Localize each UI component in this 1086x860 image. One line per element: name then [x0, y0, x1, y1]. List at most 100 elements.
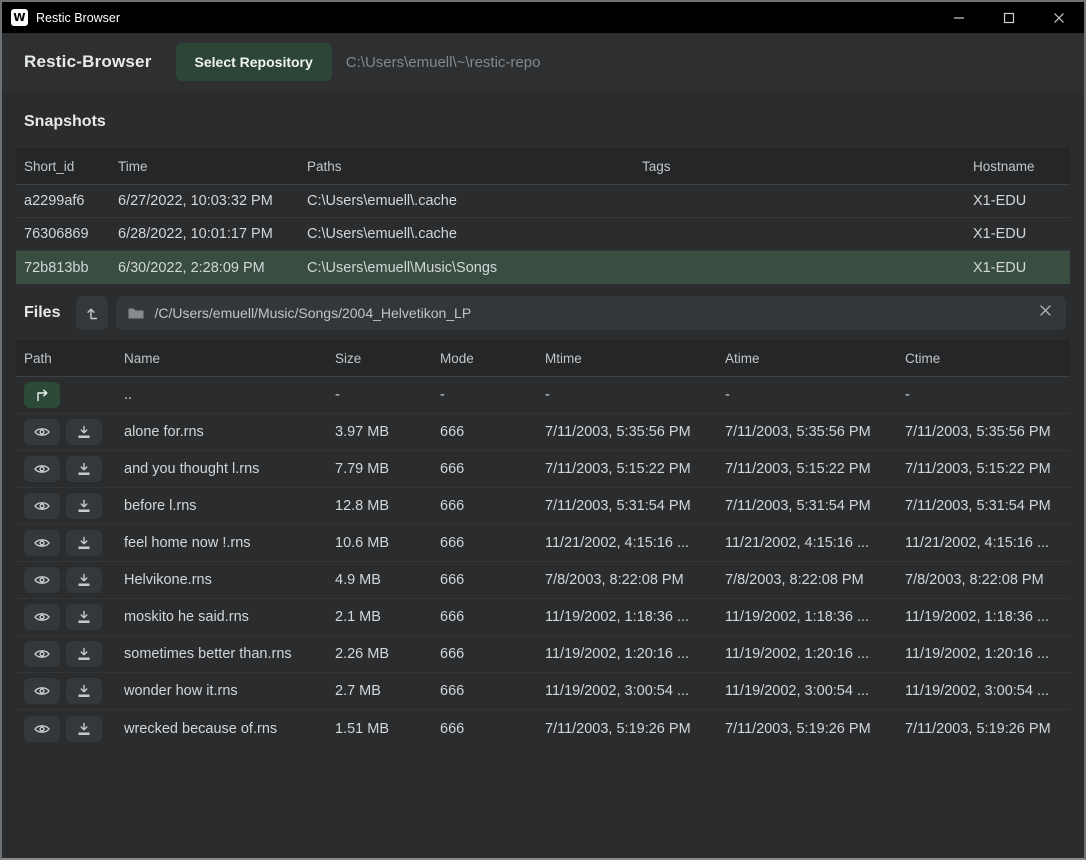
- preview-file-button[interactable]: [24, 456, 60, 482]
- file-name: feel home now !.rns: [124, 535, 335, 551]
- download-icon: [77, 610, 91, 624]
- wails-logo-icon: W: [11, 9, 28, 26]
- column-header-tags[interactable]: Tags: [642, 159, 973, 174]
- snapshots-table-header: Short_id Time Paths Tags Hostname: [16, 148, 1070, 185]
- file-size: 2.26 MB: [335, 646, 440, 662]
- column-header-name[interactable]: Name: [124, 351, 335, 366]
- column-header-path[interactable]: Path: [24, 351, 124, 366]
- file-mode: 666: [440, 572, 545, 588]
- file-row[interactable]: sometimes better than.rns 2.26 MB 666 11…: [16, 636, 1070, 673]
- snapshot-row[interactable]: 72b813bb 6/30/2022, 2:28:09 PM C:\Users\…: [16, 251, 1070, 284]
- file-atime: 11/19/2002, 3:00:54 ...: [725, 683, 905, 699]
- download-file-button[interactable]: [66, 456, 102, 482]
- download-file-button[interactable]: [66, 716, 102, 742]
- preview-file-button[interactable]: [24, 641, 60, 667]
- column-header-mtime[interactable]: Mtime: [545, 351, 725, 366]
- preview-file-button[interactable]: [24, 419, 60, 445]
- column-header-paths[interactable]: Paths: [307, 159, 642, 174]
- eye-icon: [34, 611, 50, 623]
- maximize-icon: [1003, 12, 1015, 24]
- file-mtime: 7/11/2003, 5:31:54 PM: [545, 498, 725, 514]
- download-icon: [77, 722, 91, 736]
- preview-file-button[interactable]: [24, 530, 60, 556]
- eye-icon: [34, 574, 50, 586]
- titlebar: W Restic Browser: [2, 2, 1084, 33]
- close-icon: [1053, 12, 1065, 24]
- snapshot-hostname: X1-EDU: [973, 260, 1070, 276]
- file-mtime: -: [545, 387, 725, 403]
- go-to-parent-button[interactable]: [24, 382, 60, 408]
- snapshot-row[interactable]: 76306869 6/28/2022, 10:01:17 PM C:\Users…: [16, 218, 1070, 251]
- column-header-short-id[interactable]: Short_id: [24, 159, 118, 174]
- preview-file-button[interactable]: [24, 678, 60, 704]
- download-file-button[interactable]: [66, 604, 102, 630]
- snapshot-row[interactable]: a2299af6 6/27/2022, 10:03:32 PM C:\Users…: [16, 185, 1070, 218]
- file-mode: -: [440, 387, 545, 403]
- minimize-button[interactable]: [934, 2, 984, 33]
- file-name: Helvikone.rns: [124, 572, 335, 588]
- file-mtime: 7/11/2003, 5:35:56 PM: [545, 424, 725, 440]
- close-button[interactable]: [1034, 2, 1084, 33]
- clear-path-button[interactable]: [1037, 304, 1054, 322]
- go-to-root-button[interactable]: [76, 296, 108, 330]
- file-size: 7.79 MB: [335, 461, 440, 477]
- column-header-mode[interactable]: Mode: [440, 351, 545, 366]
- preview-file-button[interactable]: [24, 604, 60, 630]
- column-header-atime[interactable]: Atime: [725, 351, 905, 366]
- current-path-bar[interactable]: /C/Users/emuell/Music/Songs/2004_Helveti…: [116, 296, 1066, 330]
- download-file-button[interactable]: [66, 419, 102, 445]
- app-title: Restic-Browser: [24, 52, 152, 72]
- files-table: Path Name Size Mode Mtime Atime Ctime ..…: [16, 340, 1070, 747]
- download-icon: [77, 499, 91, 513]
- preview-file-button[interactable]: [24, 567, 60, 593]
- column-header-ctime[interactable]: Ctime: [905, 351, 1070, 366]
- file-row[interactable]: before l.rns 12.8 MB 666 7/11/2003, 5:31…: [16, 488, 1070, 525]
- snapshots-title: Snapshots: [24, 113, 1062, 131]
- file-atime: 7/8/2003, 8:22:08 PM: [725, 572, 905, 588]
- eye-icon: [34, 537, 50, 549]
- file-ctime: 11/19/2002, 1:18:36 ...: [905, 609, 1070, 625]
- file-row[interactable]: wonder how it.rns 2.7 MB 666 11/19/2002,…: [16, 673, 1070, 710]
- file-mtime: 7/11/2003, 5:19:26 PM: [545, 721, 725, 737]
- file-row[interactable]: moskito he said.rns 2.1 MB 666 11/19/200…: [16, 599, 1070, 636]
- file-ctime: -: [905, 387, 1070, 403]
- file-atime: 11/21/2002, 4:15:16 ...: [725, 535, 905, 551]
- file-mode: 666: [440, 609, 545, 625]
- column-header-hostname[interactable]: Hostname: [973, 159, 1070, 174]
- eye-icon: [34, 426, 50, 438]
- files-bar: Files /C/Users/emuell/Music/Songs/2004_H…: [2, 284, 1084, 340]
- column-header-size[interactable]: Size: [335, 351, 440, 366]
- file-mode: 666: [440, 535, 545, 551]
- select-repository-button[interactable]: Select Repository: [176, 43, 332, 81]
- file-row[interactable]: and you thought l.rns 7.79 MB 666 7/11/2…: [16, 451, 1070, 488]
- file-atime: 7/11/2003, 5:31:54 PM: [725, 498, 905, 514]
- file-ctime: 7/11/2003, 5:31:54 PM: [905, 498, 1070, 514]
- preview-file-button[interactable]: [24, 493, 60, 519]
- file-size: 2.1 MB: [335, 609, 440, 625]
- file-name: and you thought l.rns: [124, 461, 335, 477]
- file-size: 4.9 MB: [335, 572, 440, 588]
- download-file-button[interactable]: [66, 641, 102, 667]
- download-file-button[interactable]: [66, 530, 102, 556]
- download-file-button[interactable]: [66, 678, 102, 704]
- download-file-button[interactable]: [66, 493, 102, 519]
- download-file-button[interactable]: [66, 567, 102, 593]
- snapshot-hostname: X1-EDU: [973, 226, 1070, 242]
- file-ctime: 7/11/2003, 5:15:22 PM: [905, 461, 1070, 477]
- parent-directory-row[interactable]: .. - - - - -: [16, 377, 1070, 414]
- file-atime: 7/11/2003, 5:19:26 PM: [725, 721, 905, 737]
- file-row[interactable]: Helvikone.rns 4.9 MB 666 7/8/2003, 8:22:…: [16, 562, 1070, 599]
- file-ctime: 11/19/2002, 1:20:16 ...: [905, 646, 1070, 662]
- maximize-button[interactable]: [984, 2, 1034, 33]
- snapshot-time: 6/27/2022, 10:03:32 PM: [118, 193, 307, 209]
- file-size: 3.97 MB: [335, 424, 440, 440]
- window-title: Restic Browser: [36, 11, 934, 25]
- files-table-header: Path Name Size Mode Mtime Atime Ctime: [16, 340, 1070, 377]
- column-header-time[interactable]: Time: [118, 159, 307, 174]
- file-row[interactable]: wrecked because of.rns 1.51 MB 666 7/11/…: [16, 710, 1070, 747]
- file-row[interactable]: alone for.rns 3.97 MB 666 7/11/2003, 5:3…: [16, 414, 1070, 451]
- download-icon: [77, 647, 91, 661]
- minimize-icon: [953, 12, 965, 24]
- file-row[interactable]: feel home now !.rns 10.6 MB 666 11/21/20…: [16, 525, 1070, 562]
- preview-file-button[interactable]: [24, 716, 60, 742]
